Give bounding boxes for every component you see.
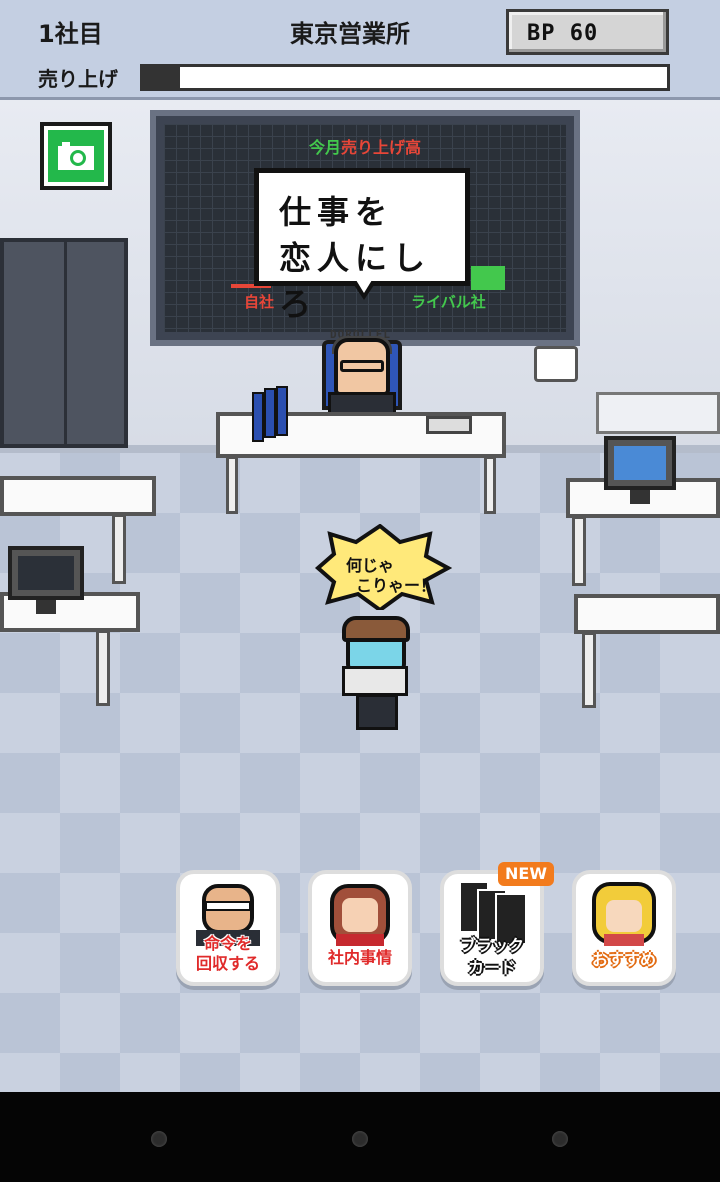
sales-label: 売り上げ bbox=[38, 67, 118, 91]
recommend-button[interactable]: おすすめ bbox=[572, 870, 676, 986]
order-label-1: 命令を bbox=[203, 934, 252, 953]
camera-icon bbox=[58, 142, 94, 170]
player-shout-line2: こりゃー！ bbox=[356, 576, 437, 595]
black-card-label-2: カード bbox=[467, 958, 516, 977]
new-badge: NEW bbox=[498, 862, 554, 886]
black-card-label-1: ブラック bbox=[459, 936, 524, 955]
wall-clock-icon bbox=[534, 346, 578, 382]
branch-name: 東京営業所 bbox=[290, 20, 410, 48]
boss-speech-line2: 恋人にしろ bbox=[279, 239, 432, 323]
locker bbox=[0, 238, 128, 448]
bp-value: BP 60 bbox=[527, 21, 599, 46]
boss-speech-bubble: 仕事を 恋人にしろ bbox=[254, 168, 470, 323]
left-desk-upper bbox=[0, 476, 156, 516]
boss-glasses bbox=[340, 360, 384, 372]
sales-progress-fill bbox=[143, 67, 180, 88]
blonde-girl-portrait-icon bbox=[592, 882, 656, 946]
status-header: 1社目 東京営業所 BP 60 売り上げ bbox=[0, 0, 720, 100]
office-affairs-label: 社内事情 bbox=[327, 948, 392, 967]
order-button[interactable]: 命令を 回収する bbox=[176, 870, 280, 986]
keyboard bbox=[426, 416, 472, 434]
right-desk-lower bbox=[574, 594, 720, 634]
bp-display: BP 60 bbox=[506, 9, 669, 55]
day-counter: 1社目 bbox=[38, 20, 103, 48]
own-company-label: 自社 bbox=[244, 293, 275, 311]
order-label-2: 回収する bbox=[195, 954, 260, 973]
player-legs bbox=[356, 694, 398, 730]
black-card-button[interactable]: ブラック カード bbox=[440, 870, 544, 986]
camera-button[interactable] bbox=[40, 122, 112, 190]
office-lady-portrait-icon bbox=[330, 884, 390, 946]
player-hair bbox=[342, 616, 410, 642]
recent-apps-icon[interactable] bbox=[552, 1131, 568, 1147]
recommend-label: おすすめ bbox=[591, 950, 656, 969]
binder bbox=[252, 392, 264, 442]
back-icon[interactable] bbox=[151, 1131, 167, 1147]
shelf bbox=[596, 392, 720, 434]
boss-speech-line1: 仕事を bbox=[279, 193, 394, 231]
monitor-title: 今月売り上げ高 bbox=[308, 138, 422, 157]
computer-monitor bbox=[604, 436, 676, 504]
rival-sales-bar bbox=[471, 266, 505, 290]
office-affairs-button[interactable]: 社内事情 bbox=[308, 870, 412, 986]
paper-stack bbox=[342, 666, 408, 696]
computer-monitor bbox=[8, 546, 84, 614]
navigation-bar bbox=[0, 1092, 720, 1182]
home-icon[interactable] bbox=[352, 1131, 368, 1147]
sales-progress-bar bbox=[140, 64, 670, 91]
office-scene[interactable]: 今月売り上げ高 自社 ライバル社 DOROLLEL 仕事を 恋人にしろ 何じゃ … bbox=[0, 100, 720, 1092]
